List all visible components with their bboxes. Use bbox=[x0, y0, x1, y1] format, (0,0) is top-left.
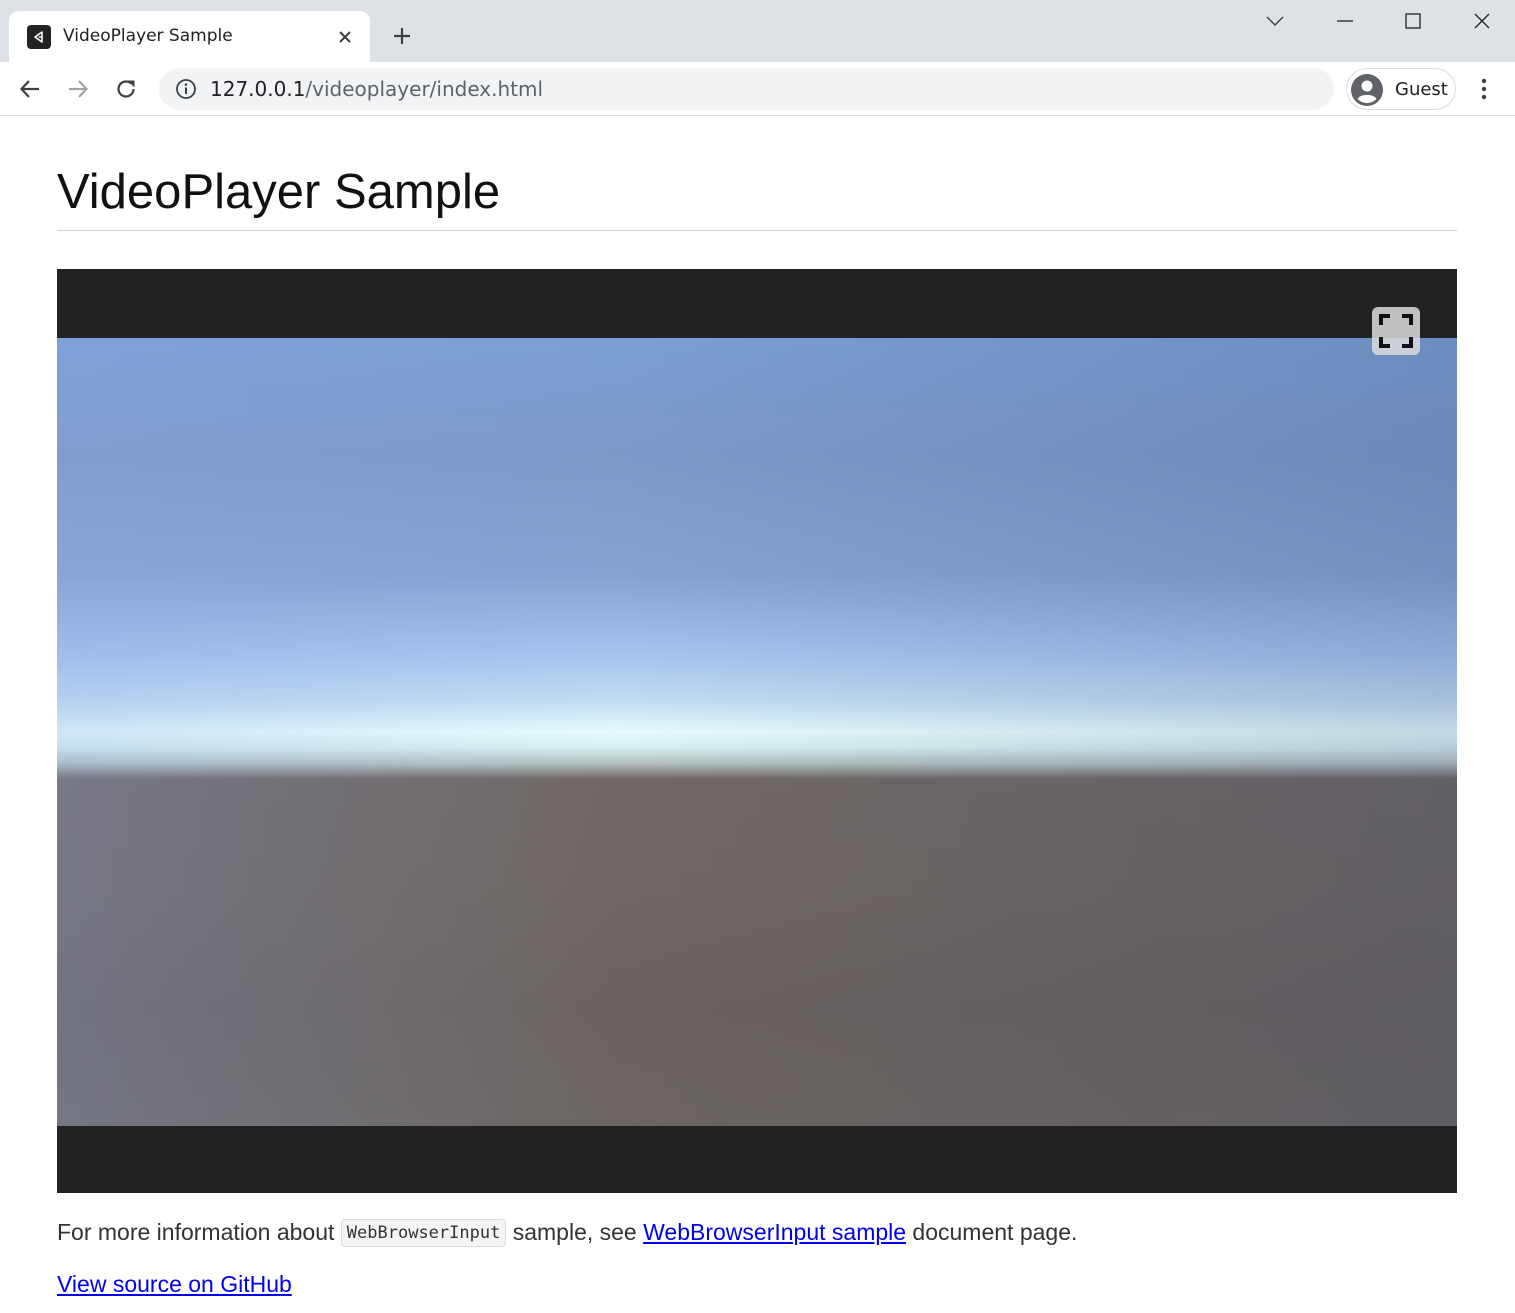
avatar-icon bbox=[1351, 74, 1383, 106]
maximize-button[interactable] bbox=[1393, 5, 1433, 37]
arrow-left-icon bbox=[19, 80, 39, 98]
page-title: VideoPlayer Sample bbox=[57, 165, 501, 219]
fullscreen-button[interactable] bbox=[1372, 307, 1420, 355]
new-tab-button[interactable] bbox=[388, 22, 416, 50]
minimize-icon bbox=[1337, 20, 1353, 22]
info-middle: sample, see bbox=[506, 1219, 644, 1245]
close-window-button[interactable] bbox=[1462, 5, 1502, 37]
profile-label: Guest bbox=[1395, 79, 1448, 100]
chevron-down-icon bbox=[1266, 16, 1284, 26]
info-icon[interactable] bbox=[175, 78, 197, 100]
profile-button[interactable]: Guest bbox=[1346, 68, 1456, 110]
maximize-icon bbox=[1405, 13, 1421, 29]
tab-title: VideoPlayer Sample bbox=[63, 26, 233, 46]
video-frame[interactable] bbox=[57, 338, 1457, 1126]
url-host: 127.0.0.1 bbox=[210, 77, 306, 101]
info-paragraph: For more information about WebBrowserInp… bbox=[57, 1216, 1077, 1249]
url-text[interactable]: 127.0.0.1/videoplayer/index.html bbox=[210, 77, 543, 101]
title-divider bbox=[57, 230, 1457, 231]
reload-icon bbox=[117, 80, 135, 98]
browser-tab[interactable]: VideoPlayer Sample bbox=[9, 11, 370, 62]
reload-button[interactable] bbox=[110, 73, 142, 105]
more-vertical-icon bbox=[1481, 78, 1487, 100]
info-suffix: document page. bbox=[906, 1219, 1078, 1245]
unity-icon bbox=[27, 25, 51, 49]
close-icon bbox=[1474, 13, 1490, 29]
url-path: /videoplayer/index.html bbox=[305, 77, 544, 101]
video-player[interactable] bbox=[57, 269, 1457, 1193]
back-button[interactable] bbox=[14, 73, 46, 105]
address-bar[interactable]: 127.0.0.1/videoplayer/index.html bbox=[159, 68, 1334, 110]
tab-search-button[interactable] bbox=[1255, 5, 1295, 37]
forward-button[interactable] bbox=[62, 73, 94, 105]
code-snippet: WebBrowserInput bbox=[340, 1219, 507, 1247]
browser-menu-button[interactable] bbox=[1469, 73, 1499, 105]
tab-close-icon[interactable] bbox=[333, 25, 357, 49]
plus-icon bbox=[394, 28, 410, 44]
browser-toolbar: 127.0.0.1/videoplayer/index.html Guest bbox=[0, 62, 1515, 116]
info-prefix: For more information about bbox=[57, 1219, 341, 1245]
webbrowserinput-sample-link[interactable]: WebBrowserInput sample bbox=[643, 1219, 906, 1245]
tab-strip: VideoPlayer Sample bbox=[0, 0, 1515, 62]
minimize-button[interactable] bbox=[1325, 5, 1365, 37]
video-sky-overlay bbox=[57, 338, 1457, 1126]
arrow-right-icon bbox=[69, 80, 89, 98]
fullscreen-icon bbox=[1379, 314, 1413, 348]
github-source-link[interactable]: View source on GitHub bbox=[57, 1268, 292, 1300]
